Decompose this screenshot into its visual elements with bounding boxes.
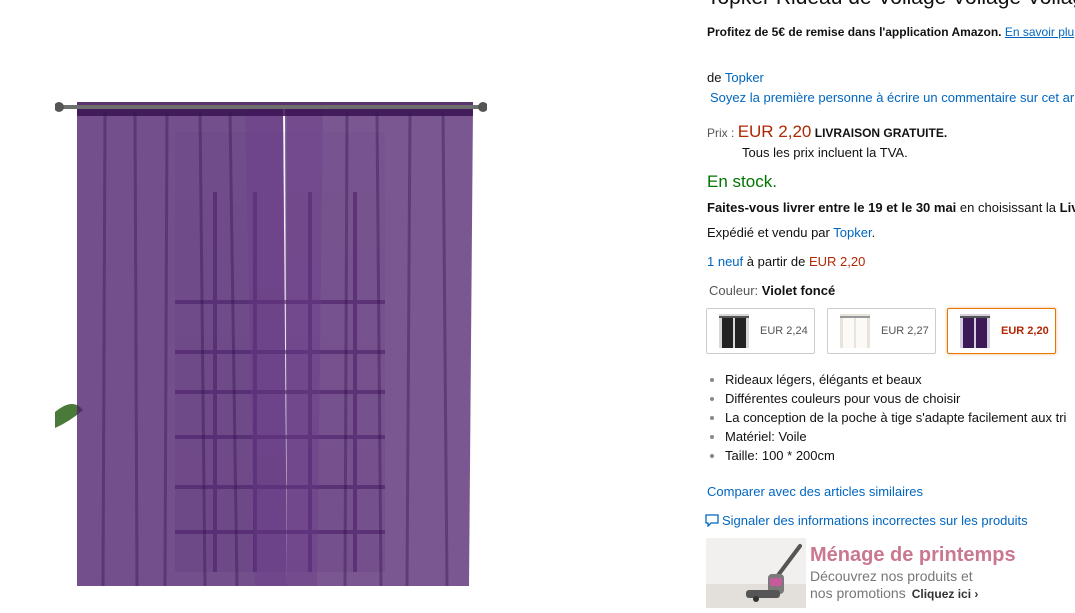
product-title: Topker Rideau de Voilage Voilage Voilage…	[707, 0, 1075, 10]
delivery-suffix: en choisissant la	[959, 200, 1057, 215]
delivery-tail: Liv	[1059, 200, 1075, 215]
swatch-price: EUR 2,27	[881, 325, 929, 337]
promo-learn-more-link[interactable]: En savoir plu	[1005, 25, 1074, 39]
speech-bubble-icon	[705, 514, 719, 528]
write-review-link[interactable]: Soyez la première personne à écrire un c…	[710, 90, 1074, 105]
banner-line-1: Découvrez nos produits et	[810, 568, 973, 584]
offers-price: EUR 2,20	[808, 254, 866, 269]
color-swatch-dark-purple[interactable]: EUR 2,20	[947, 308, 1056, 354]
color-swatch-black[interactable]: EUR 2,24	[706, 308, 815, 354]
report-incorrect-info-link[interactable]: Signaler des informations incorrectes su…	[705, 513, 1028, 528]
free-shipping-label: LIVRAISON GRATUITE.	[814, 126, 948, 140]
product-image[interactable]	[55, 92, 487, 586]
banner-cta-link[interactable]: Cliquez ici ›	[912, 587, 979, 601]
brand-prefix: de	[707, 70, 722, 85]
feature-bullet: Différentes couleurs pour vous de choisi…	[709, 389, 1066, 408]
price-row: Prix : EUR 2,20 LIVRAISON GRATUITE.	[707, 122, 947, 142]
seller-link[interactable]: Topker	[833, 225, 871, 240]
swatch-price: EUR 2,20	[1001, 325, 1049, 337]
report-link-label: Signaler des informations incorrectes su…	[722, 513, 1028, 528]
spring-cleaning-banner[interactable]: Ménage de printemps Découvrez nos produi…	[706, 538, 1075, 608]
feature-bullet: Rideaux légers, élégants et beaux	[709, 370, 1066, 389]
shipped-by: Expédié et vendu par Topker.	[707, 225, 875, 240]
feature-bullet: Matériel: Voile	[709, 427, 1066, 446]
color-value: Violet foncé	[761, 283, 836, 298]
offers-middle: à partir de	[746, 254, 806, 269]
feature-bullet: Taille: 100 * 200cm	[709, 446, 1066, 465]
shipped-prefix: Expédié et vendu par	[707, 225, 830, 240]
new-offers-link[interactable]: 1 neuf	[707, 254, 743, 269]
brand-line: de Topker	[707, 70, 764, 85]
banner-heading: Ménage de printemps	[810, 544, 1016, 566]
other-offers: 1 neuf à partir de EUR 2,20	[707, 254, 865, 269]
app-promo: Profitez de 5€ de remise dans l'applicat…	[707, 25, 1074, 39]
banner-line-2-text: nos promotions	[810, 585, 906, 601]
feature-bullet: La conception de la poche à tige s'adapt…	[709, 410, 1067, 425]
stock-status: En stock.	[707, 172, 777, 191]
swatch-thumbnail-dark-purple	[960, 314, 990, 348]
swatch-thumbnail-black	[719, 314, 749, 348]
tax-note: Tous les prix incluent la TVA.	[742, 145, 908, 160]
vacuum-cleaner-image	[706, 538, 806, 608]
color-swatch-white[interactable]: EUR 2,27	[827, 308, 936, 354]
delivery-dates: Faites-vous livrer entre le 19 et le 30 …	[707, 200, 957, 215]
banner-line-2: nos promotions Cliquez ici ›	[810, 585, 978, 601]
price-value: EUR 2,20	[737, 122, 812, 141]
shipped-suffix: .	[871, 225, 876, 240]
delivery-info: Faites-vous livrer entre le 19 et le 30 …	[707, 200, 1075, 215]
compare-similar-link[interactable]: Comparer avec des articles similaires	[707, 484, 923, 499]
color-selection: Couleur: Violet foncé	[709, 283, 835, 298]
price-label: Prix :	[707, 126, 735, 140]
promo-text: Profitez de 5€ de remise dans l'applicat…	[707, 25, 1002, 39]
swatch-price: EUR 2,24	[760, 325, 808, 337]
color-label: Couleur:	[709, 283, 759, 298]
swatch-thumbnail-white	[840, 314, 870, 348]
feature-bullets: Rideaux légers, élégants et beaux Différ…	[709, 370, 1066, 465]
brand-link[interactable]: Topker	[725, 70, 764, 85]
